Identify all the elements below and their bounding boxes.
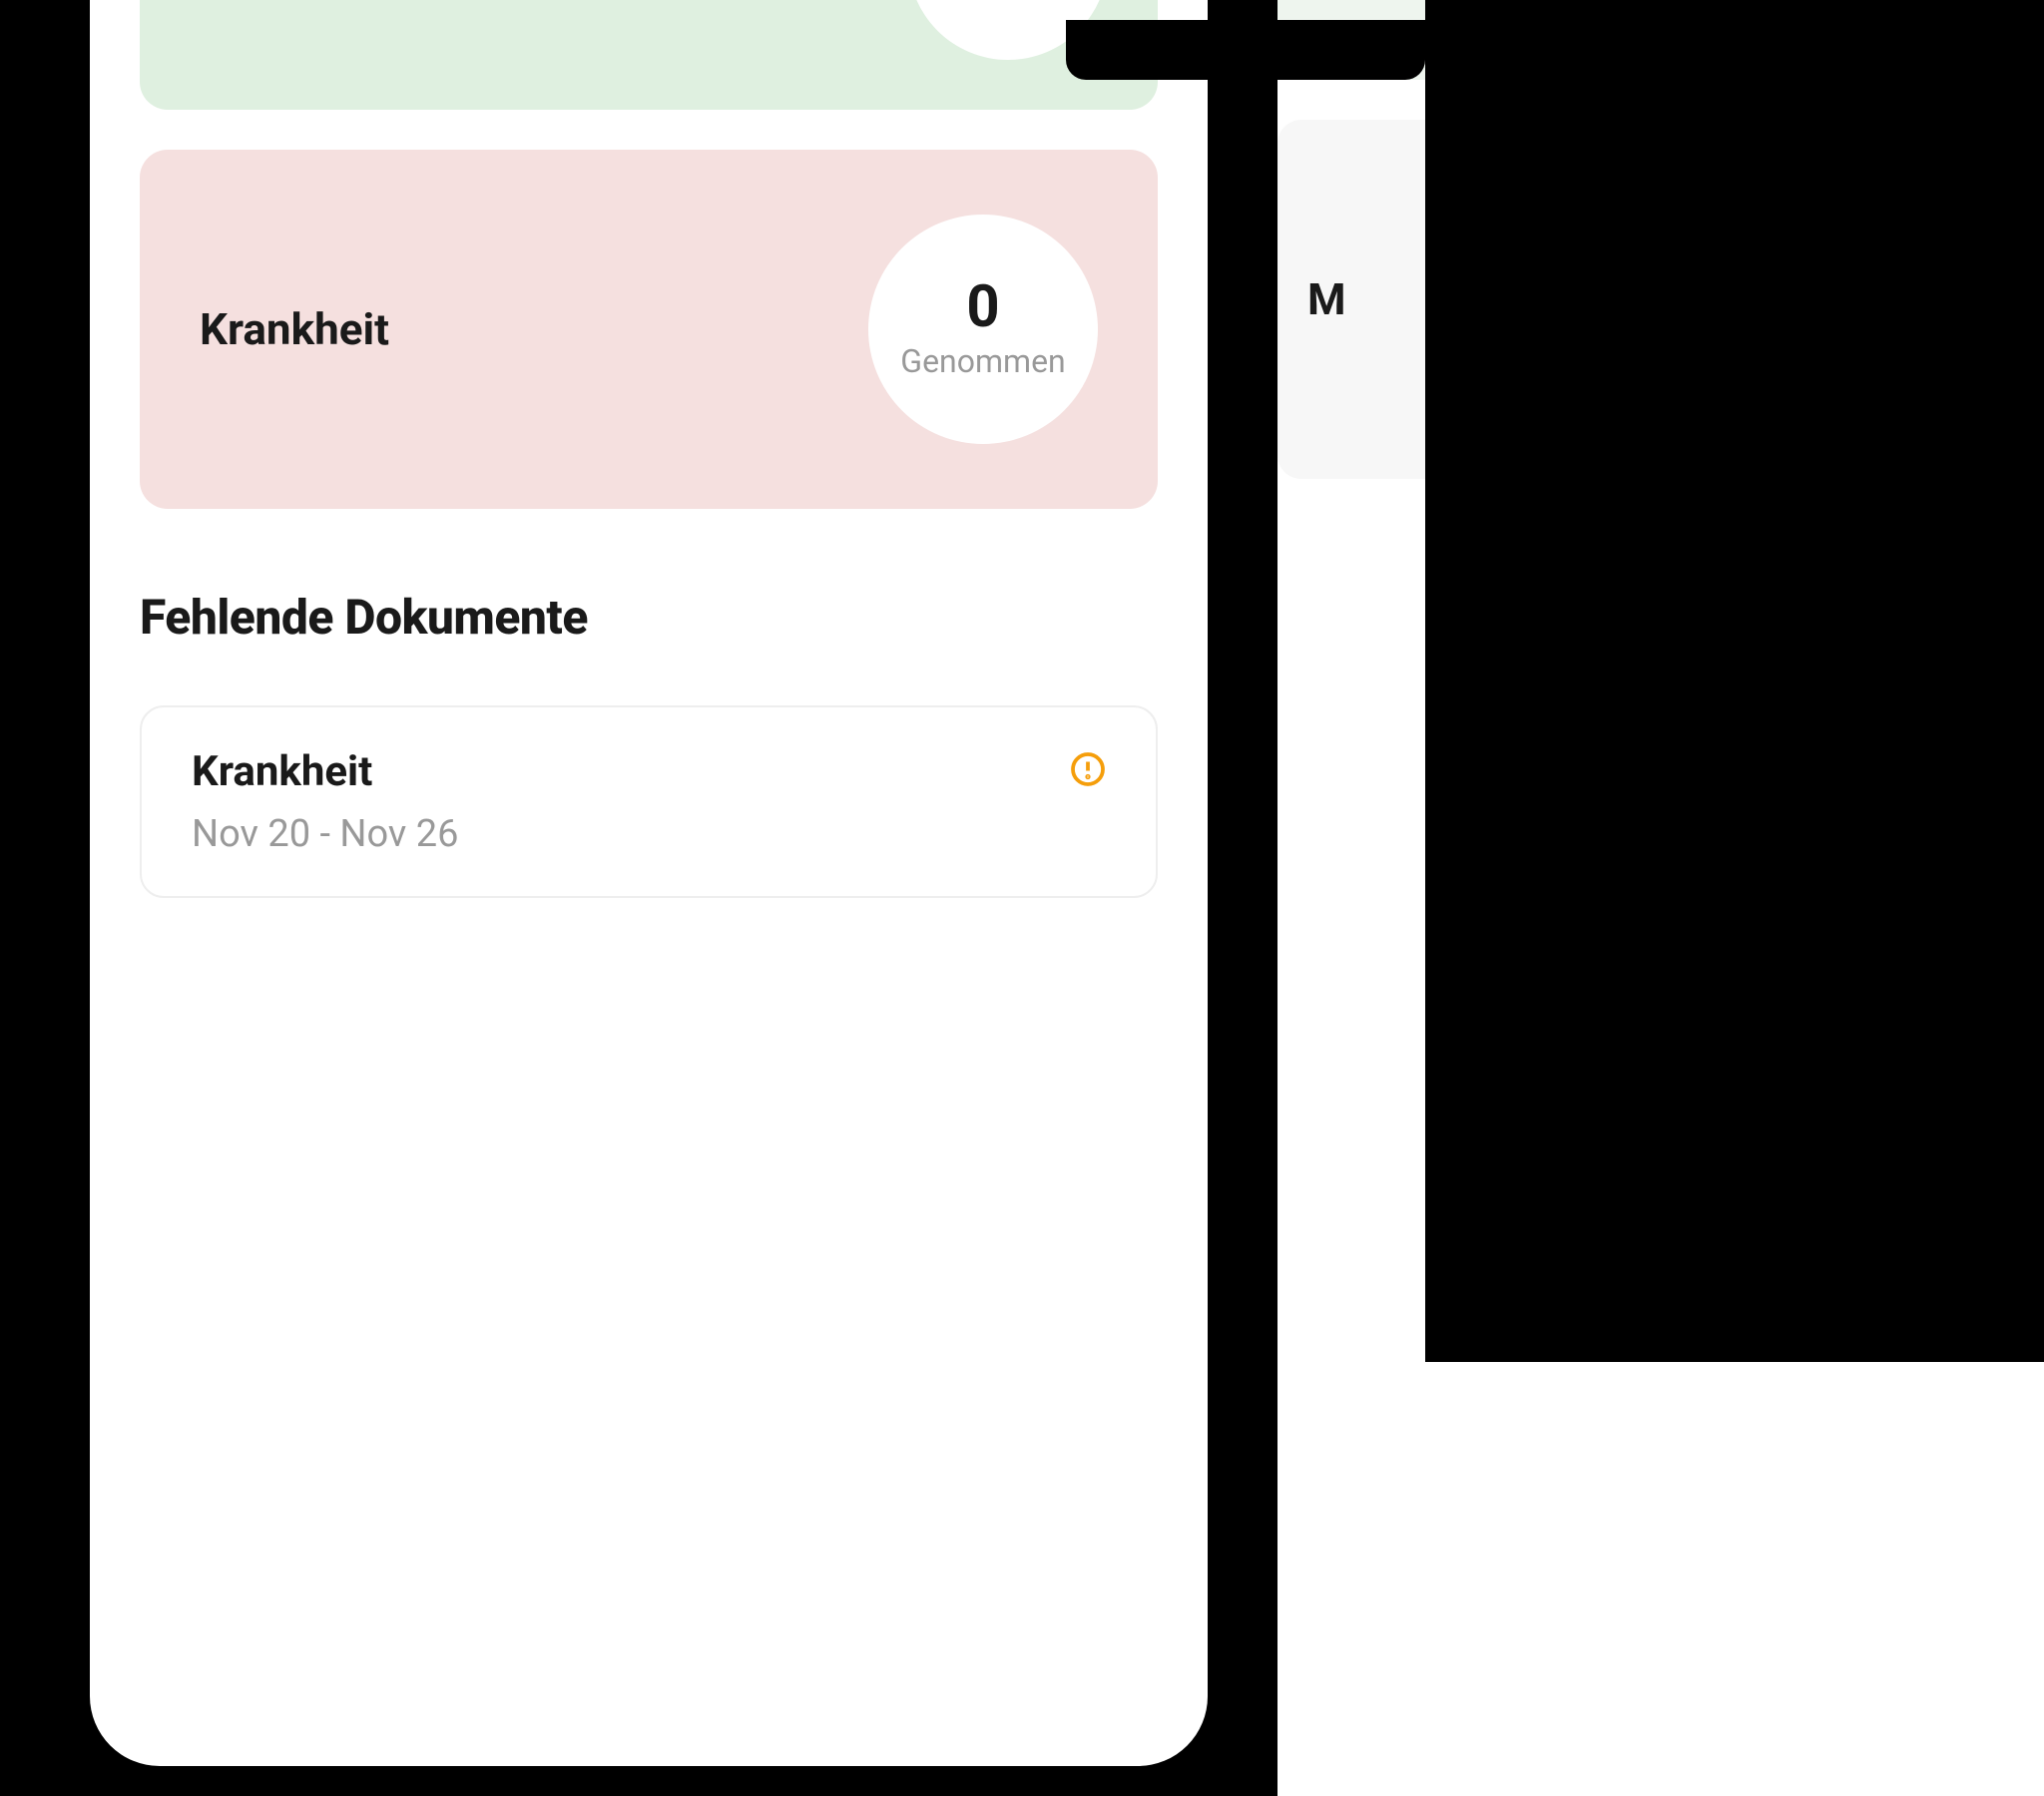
right-black-area — [1425, 0, 2044, 1362]
missing-document-item[interactable]: Krankheit Nov 20 - Nov 26 — [140, 705, 1158, 898]
sickness-label: Genommen — [900, 342, 1065, 380]
side-card-letter: M — [1307, 273, 1346, 325]
phone-side-button — [40, 90, 60, 220]
alert-icon — [1070, 751, 1106, 791]
phone-frame: Krankheit 0 Genommen Fehlende Dokumente … — [60, 0, 1238, 1796]
document-info: Krankheit Nov 20 - Nov 26 — [192, 747, 458, 856]
document-date-range: Nov 20 - Nov 26 — [192, 812, 458, 856]
screen-content: Krankheit 0 Genommen Fehlende Dokumente … — [90, 0, 1208, 898]
phone-screen: Krankheit 0 Genommen Fehlende Dokumente … — [90, 0, 1208, 1766]
sickness-card-title: Krankheit — [200, 303, 389, 355]
sickness-stat-circle: 0 Genommen — [868, 215, 1098, 444]
missing-documents-heading: Fehlende Dokumente — [140, 589, 1158, 646]
document-title: Krankheit — [192, 747, 458, 796]
sickness-value: 0 — [966, 278, 999, 336]
sickness-card[interactable]: Krankheit 0 Genommen — [140, 150, 1158, 509]
phone-top-notch — [1066, 20, 1425, 80]
summary-card-green[interactable] — [140, 0, 1158, 110]
